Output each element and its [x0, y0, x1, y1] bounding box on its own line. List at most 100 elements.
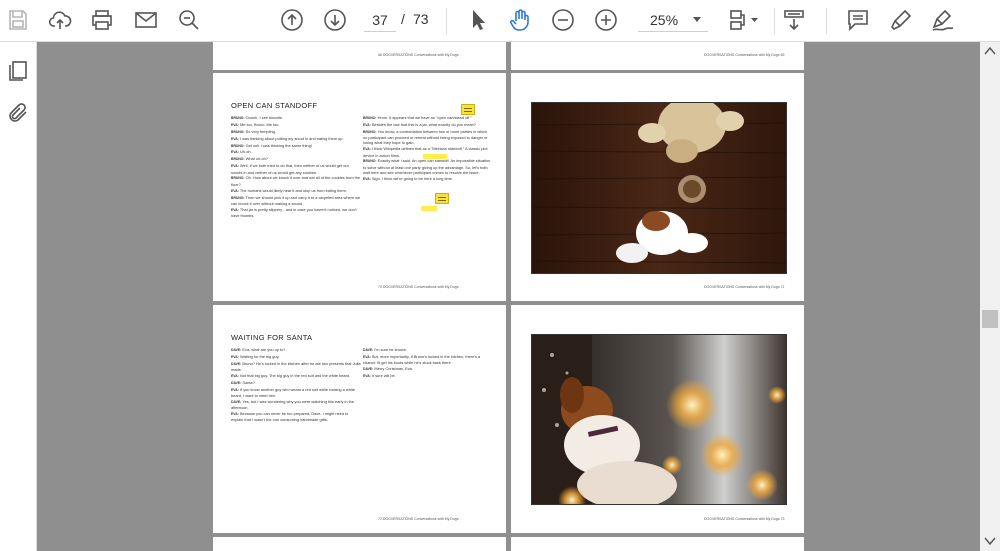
sticky-note-annotation[interactable] — [461, 104, 475, 115]
dialogue-line: BRUNO: Then we should pick it up and car… — [231, 194, 361, 206]
previous-page-button[interactable] — [276, 5, 308, 35]
scroll-up-arrow-icon[interactable] — [984, 46, 996, 56]
dialogue-line: DAVE: I'm sure he knows. — [363, 347, 407, 352]
page-header: 68 DOGVERSATIONS Conversations with My D… — [378, 53, 459, 57]
dialogue-line: DAVE: Eva, what are you up to? — [231, 347, 286, 352]
dialogue-line: EVA: The humans would likely hear it and… — [231, 187, 347, 193]
dialogue-line: BRUNO: Get out! I was thinking the same … — [231, 142, 312, 148]
scrollbar-thumb[interactable] — [982, 310, 998, 328]
dialogue-line: EVA: Uh-oh. — [231, 149, 252, 155]
comment-button[interactable] — [842, 5, 874, 35]
chevron-down-icon — [693, 17, 701, 22]
print-icon — [92, 10, 112, 30]
dialogue-line: EVA: Besides the fact that this is a jar… — [363, 121, 476, 127]
text-highlight[interactable] — [421, 206, 437, 211]
chapter-title: WAITING FOR SANTA — [231, 333, 313, 342]
zoom-out-button[interactable] — [547, 5, 579, 35]
dialogue-line: EVA: If you know another guy who wears a… — [231, 386, 356, 399]
arrow-up-circle-icon — [281, 9, 303, 31]
dialogue-line: EVA: I was thinking about putting my sno… — [231, 135, 344, 141]
scroll-down-arrow-icon[interactable] — [984, 536, 996, 546]
dogs-and-cookie-jar-photo — [531, 102, 787, 274]
save-icon — [9, 10, 27, 30]
dialogue-column-left: DAVE: Eva, what are you up to? EVA: Wait… — [231, 347, 361, 423]
page-layout-button[interactable] — [722, 5, 766, 35]
dialogue-line: BRUNO: So very tempting. — [231, 128, 276, 134]
dialogue-line: EVA: Waiting for the big guy. — [231, 353, 280, 359]
dialogue-line: BRUNO: What uh-oh? — [231, 156, 268, 162]
dialogue-line: EVA: That jar is pretty slippery - and i… — [231, 206, 357, 218]
vertical-scrollbar[interactable] — [980, 42, 1000, 551]
sign-button[interactable] — [927, 5, 959, 35]
upload-button[interactable] — [44, 5, 76, 35]
save-button[interactable] — [2, 5, 34, 35]
photo-illustration — [532, 103, 786, 273]
page-68: 68 DOGVERSATIONS Conversations with My D… — [213, 42, 506, 70]
page-74 — [213, 537, 506, 551]
select-cursor-icon — [473, 10, 485, 30]
dialogue-line: BRUNO: Hmm. It appears that we have an "… — [363, 115, 472, 120]
page-69: DOGVERSATIONS Conversations with My Dogs… — [511, 42, 804, 70]
pages-icon — [9, 61, 27, 81]
text-highlight[interactable] — [423, 154, 447, 159]
dialogue-line: EVA: Me too, Bruno. Me too. — [231, 121, 280, 127]
page-footer: 72 DOGVERSATIONS Conversations with My D… — [378, 517, 459, 521]
photo-illustration — [532, 335, 786, 504]
page-73: DOGVERSATIONS Conversations with My Dogs… — [511, 305, 804, 533]
toolbar-divider — [826, 8, 827, 34]
dialogue-column-right: BRUNO: Hmm. It appears that we have an "… — [363, 115, 491, 183]
sticky-note-annotation[interactable] — [435, 193, 449, 204]
page-footer: DOGVERSATIONS Conversations with My Dogs… — [704, 517, 785, 521]
page-total-count: 73 — [413, 11, 429, 27]
zoom-out-icon — [552, 9, 574, 31]
dialogue-line: DAVE: Santa? — [231, 379, 255, 385]
dialogue-line: BRUNO: Oh. How about we knock it over an… — [231, 175, 361, 187]
highlight-icon — [891, 9, 912, 30]
toolbar-divider — [446, 8, 447, 34]
page-number-input[interactable] — [364, 8, 396, 32]
zoom-level-value: 25% — [650, 12, 679, 28]
page-71: DOGVERSATIONS Conversations with My Dogs… — [511, 73, 804, 301]
dialogue-line: DAVE: Merry Christmas, Eva. — [363, 366, 413, 372]
print-button[interactable] — [86, 5, 118, 35]
scroll-mode-button[interactable] — [778, 5, 810, 35]
main-toolbar: / 73 25% — [0, 0, 1000, 42]
page-70: OPEN CAN STANDOFF BRUNO: Ooooh, I see bi… — [213, 73, 506, 301]
attachments-panel-button[interactable] — [2, 98, 34, 128]
chapter-title: OPEN CAN STANDOFF — [231, 101, 318, 110]
left-sidebar — [0, 42, 37, 551]
zoom-in-button[interactable] — [590, 5, 622, 35]
pages-panel-button[interactable] — [2, 56, 34, 86]
highlight-button[interactable] — [885, 5, 917, 35]
dialogue-line: EVA: Sigh. I think we're going to be her… — [363, 175, 453, 181]
upload-icon — [48, 11, 72, 29]
dialogue-column-right: DAVE: I'm sure he knows. EVA: But, more … — [363, 347, 491, 380]
dialogue-line: EVA: But, more importantly, if Bruno's l… — [363, 353, 481, 366]
page-header: DOGVERSATIONS Conversations with My Dogs… — [704, 53, 785, 57]
document-viewer[interactable]: 68 DOGVERSATIONS Conversations with My D… — [37, 42, 980, 551]
comment-icon — [848, 10, 868, 31]
dialogue-line: BRUNO: You know, a confrontation between… — [363, 128, 488, 146]
page-separator: / — [401, 11, 405, 27]
email-button[interactable] — [130, 5, 162, 35]
dialogue-line: DAVE: Bruno? He's locked in the kitchen … — [231, 360, 361, 373]
dialogue-line: DAVE: Yes, but I was wondering why you w… — [231, 398, 354, 411]
next-page-button[interactable] — [319, 5, 351, 35]
page-layout-icon — [730, 10, 758, 30]
search-button[interactable] — [173, 5, 205, 35]
page-footer: 70 DOGVERSATIONS Conversations with My D… — [378, 285, 459, 289]
dialogue-column-left: BRUNO: Ooooh, I see biscuits. EVA: Me to… — [231, 115, 361, 219]
page-72: WAITING FOR SANTA DAVE: Eva, what are yo… — [213, 305, 506, 533]
arrow-down-circle-icon — [324, 9, 346, 31]
zoom-level-dropdown[interactable]: 25% — [638, 6, 708, 32]
hand-tool-button[interactable] — [504, 5, 536, 35]
select-tool-button[interactable] — [462, 5, 494, 35]
dialogue-line: EVA: Not that big guy. The big guy in th… — [231, 372, 351, 378]
page-footer: DOGVERSATIONS Conversations with My Dogs… — [704, 285, 785, 289]
scroll-mode-icon — [784, 10, 804, 31]
toolbar-divider — [774, 8, 775, 34]
search-zoom-icon — [179, 10, 199, 30]
dialogue-line: BRUNO: Exactly what I said. An open can … — [363, 158, 491, 176]
dialogue-line: EVA: It sure will be. — [363, 372, 396, 378]
email-icon — [135, 12, 157, 28]
